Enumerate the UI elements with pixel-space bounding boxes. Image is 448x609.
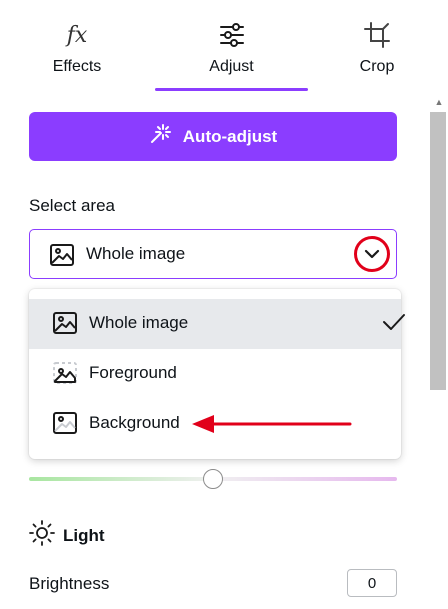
image-icon bbox=[53, 312, 77, 339]
option-label: Background bbox=[89, 413, 180, 432]
select-area-title: Select area bbox=[29, 196, 115, 215]
tab-adjust[interactable]: Adjust bbox=[155, 0, 308, 92]
select-area-value: Whole image bbox=[86, 244, 186, 263]
option-whole-image[interactable]: Whole image bbox=[29, 299, 405, 349]
auto-adjust-button[interactable]: Auto-adjust bbox=[29, 112, 397, 161]
scroll-up-arrow-icon[interactable]: ▲ bbox=[432, 96, 446, 108]
magic-wand-icon bbox=[149, 123, 171, 150]
tab-effects-label: Effects bbox=[52, 58, 102, 75]
sun-icon bbox=[29, 520, 55, 551]
checkmark-icon bbox=[382, 312, 406, 337]
chevron-down-icon[interactable] bbox=[354, 236, 390, 272]
active-tab-indicator bbox=[155, 88, 308, 91]
foreground-image-icon bbox=[53, 362, 77, 389]
tab-bar: fx Effects Adjust Crop bbox=[0, 0, 448, 92]
scrollbar-thumb[interactable] bbox=[430, 112, 446, 390]
background-image-icon bbox=[53, 412, 77, 439]
adjust-slider-thumb[interactable] bbox=[203, 469, 223, 489]
brightness-input[interactable] bbox=[347, 569, 397, 597]
tab-effects[interactable]: fx Effects bbox=[27, 0, 127, 92]
option-label: Whole image bbox=[89, 313, 189, 332]
fx-icon: fx bbox=[66, 22, 88, 48]
light-heading-label: Light bbox=[63, 525, 105, 545]
select-area-dropdown[interactable]: Whole image bbox=[29, 229, 397, 279]
option-foreground[interactable]: Foreground bbox=[29, 349, 401, 399]
crop-icon bbox=[362, 20, 392, 50]
auto-adjust-label: Auto-adjust bbox=[182, 126, 278, 146]
option-label: Foreground bbox=[89, 363, 177, 382]
sliders-icon bbox=[217, 20, 247, 50]
tab-crop[interactable]: Crop bbox=[327, 0, 427, 92]
tab-adjust-label: Adjust bbox=[209, 58, 254, 75]
image-icon bbox=[50, 244, 74, 271]
annotation-arrow-icon bbox=[192, 415, 352, 433]
tab-crop-label: Crop bbox=[359, 58, 395, 75]
light-section-heading: Light bbox=[29, 520, 105, 551]
brightness-label: Brightness bbox=[29, 574, 110, 593]
